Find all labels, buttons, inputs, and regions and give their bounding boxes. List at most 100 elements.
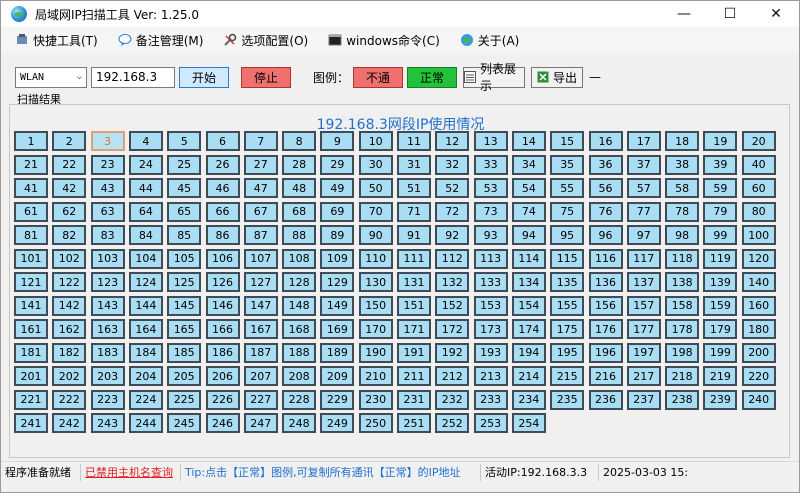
ip-cell[interactable]: 129 [320, 272, 355, 292]
ip-cell[interactable]: 11 [397, 131, 431, 151]
ip-cell[interactable]: 252 [435, 413, 470, 433]
ip-cell[interactable]: 21 [14, 154, 48, 175]
ip-cell[interactable]: 238 [665, 389, 700, 410]
ip-cell[interactable]: 186 [205, 342, 240, 363]
ip-cell[interactable]: 247 [243, 413, 278, 433]
ip-cell[interactable]: 173 [473, 319, 508, 339]
ip-cell[interactable]: 211 [397, 366, 431, 386]
ip-cell[interactable]: 132 [435, 272, 470, 292]
ip-cell[interactable]: 1 [14, 131, 48, 151]
ip-cell[interactable]: 205 [167, 366, 202, 386]
ip-cell[interactable]: 22 [52, 154, 87, 175]
legend-unreachable[interactable]: 不通 [353, 66, 404, 88]
ip-cell[interactable]: 227 [243, 389, 278, 410]
interface-select[interactable]: WLAN ⌵ [15, 66, 87, 88]
ip-cell[interactable]: 157 [626, 295, 661, 316]
ip-cell[interactable]: 185 [167, 342, 202, 363]
ip-cell[interactable]: 175 [550, 319, 585, 339]
ip-cell[interactable]: 46 [205, 178, 240, 198]
ip-cell[interactable]: 133 [473, 272, 508, 292]
ip-cell[interactable]: 29 [320, 154, 355, 175]
ip-cell[interactable]: 221 [14, 389, 48, 410]
legend-normal[interactable]: 正常 [407, 66, 458, 88]
maximize-button[interactable]: ☐ [707, 1, 753, 27]
ip-cell[interactable]: 36 [588, 154, 623, 175]
ip-cell[interactable]: 239 [703, 389, 738, 410]
ip-cell[interactable]: 103 [90, 248, 125, 269]
ip-cell[interactable]: 113 [473, 248, 508, 269]
ip-cell[interactable]: 184 [128, 342, 163, 363]
ip-cell[interactable]: 210 [358, 366, 393, 386]
ip-cell[interactable]: 169 [320, 319, 355, 339]
ip-cell[interactable]: 16 [588, 131, 623, 151]
ip-cell[interactable]: 102 [52, 248, 87, 269]
menu-tools[interactable]: 快捷工具(T) [15, 32, 98, 49]
ip-cell[interactable]: 119 [703, 248, 738, 269]
ip-cell[interactable]: 214 [511, 366, 546, 386]
ip-cell[interactable]: 109 [320, 248, 355, 269]
menu-windows-cmd[interactable]: windows命令(C) [328, 32, 440, 49]
ip-cell[interactable]: 43 [90, 178, 125, 198]
ip-cell[interactable]: 229 [320, 389, 355, 410]
ip-cell[interactable]: 42 [52, 178, 87, 198]
ip-cell[interactable]: 23 [90, 154, 125, 175]
ip-cell[interactable]: 226 [205, 389, 240, 410]
ip-cell[interactable]: 110 [358, 248, 393, 269]
ip-cell[interactable]: 128 [282, 272, 317, 292]
list-view-button[interactable]: 列表展示 [463, 62, 526, 93]
ip-cell[interactable]: 244 [128, 413, 163, 433]
ip-cell[interactable]: 89 [320, 225, 355, 245]
ip-cell[interactable]: 197 [626, 342, 661, 363]
ip-cell[interactable]: 171 [397, 319, 431, 339]
ip-cell[interactable]: 41 [14, 178, 48, 198]
ip-cell[interactable]: 224 [128, 389, 163, 410]
ip-cell[interactable]: 121 [14, 272, 48, 292]
ip-cell[interactable]: 126 [205, 272, 240, 292]
ip-cell[interactable]: 71 [397, 201, 431, 222]
ip-cell[interactable]: 106 [205, 248, 240, 269]
ip-cell[interactable]: 58 [665, 178, 700, 198]
ip-cell[interactable]: 62 [52, 201, 87, 222]
ip-cell[interactable]: 233 [473, 389, 508, 410]
ip-cell[interactable]: 254 [511, 413, 546, 433]
ip-cell[interactable]: 35 [550, 154, 585, 175]
ip-cell[interactable]: 34 [511, 154, 546, 175]
ip-cell[interactable]: 246 [205, 413, 240, 433]
ip-cell[interactable]: 179 [703, 319, 738, 339]
ip-cell[interactable]: 154 [511, 295, 546, 316]
ip-cell[interactable]: 10 [358, 131, 393, 151]
ip-cell[interactable]: 70 [358, 201, 393, 222]
ip-cell[interactable]: 164 [128, 319, 163, 339]
ip-cell[interactable]: 253 [473, 413, 508, 433]
ip-cell[interactable]: 67 [243, 201, 278, 222]
ip-cell[interactable]: 131 [397, 272, 431, 292]
ip-cell[interactable]: 74 [511, 201, 546, 222]
ip-cell[interactable]: 241 [14, 413, 48, 433]
ip-cell[interactable]: 101 [14, 248, 48, 269]
ip-cell[interactable]: 142 [52, 295, 87, 316]
ip-segment-input[interactable]: 192.168.3 [91, 66, 175, 88]
ip-cell[interactable]: 48 [282, 178, 317, 198]
ip-cell[interactable]: 19 [703, 131, 738, 151]
ip-cell[interactable]: 251 [397, 413, 431, 433]
ip-cell[interactable]: 219 [703, 366, 738, 386]
ip-cell[interactable]: 147 [243, 295, 278, 316]
ip-cell[interactable]: 5 [167, 131, 202, 151]
ip-cell[interactable]: 234 [511, 389, 546, 410]
ip-cell[interactable]: 25 [167, 154, 202, 175]
ip-cell[interactable]: 90 [358, 225, 393, 245]
ip-cell[interactable]: 117 [626, 248, 661, 269]
ip-cell[interactable]: 31 [397, 154, 431, 175]
ip-cell[interactable]: 97 [626, 225, 661, 245]
ip-cell[interactable]: 193 [473, 342, 508, 363]
ip-cell[interactable]: 195 [550, 342, 585, 363]
ip-cell[interactable]: 17 [626, 131, 661, 151]
ip-cell[interactable]: 139 [703, 272, 738, 292]
ip-cell[interactable]: 100 [741, 225, 776, 245]
ip-cell[interactable]: 209 [320, 366, 355, 386]
ip-cell[interactable]: 24 [128, 154, 163, 175]
ip-cell[interactable]: 134 [511, 272, 546, 292]
ip-cell[interactable]: 168 [282, 319, 317, 339]
ip-cell[interactable]: 82 [52, 225, 87, 245]
ip-cell[interactable]: 201 [14, 366, 48, 386]
